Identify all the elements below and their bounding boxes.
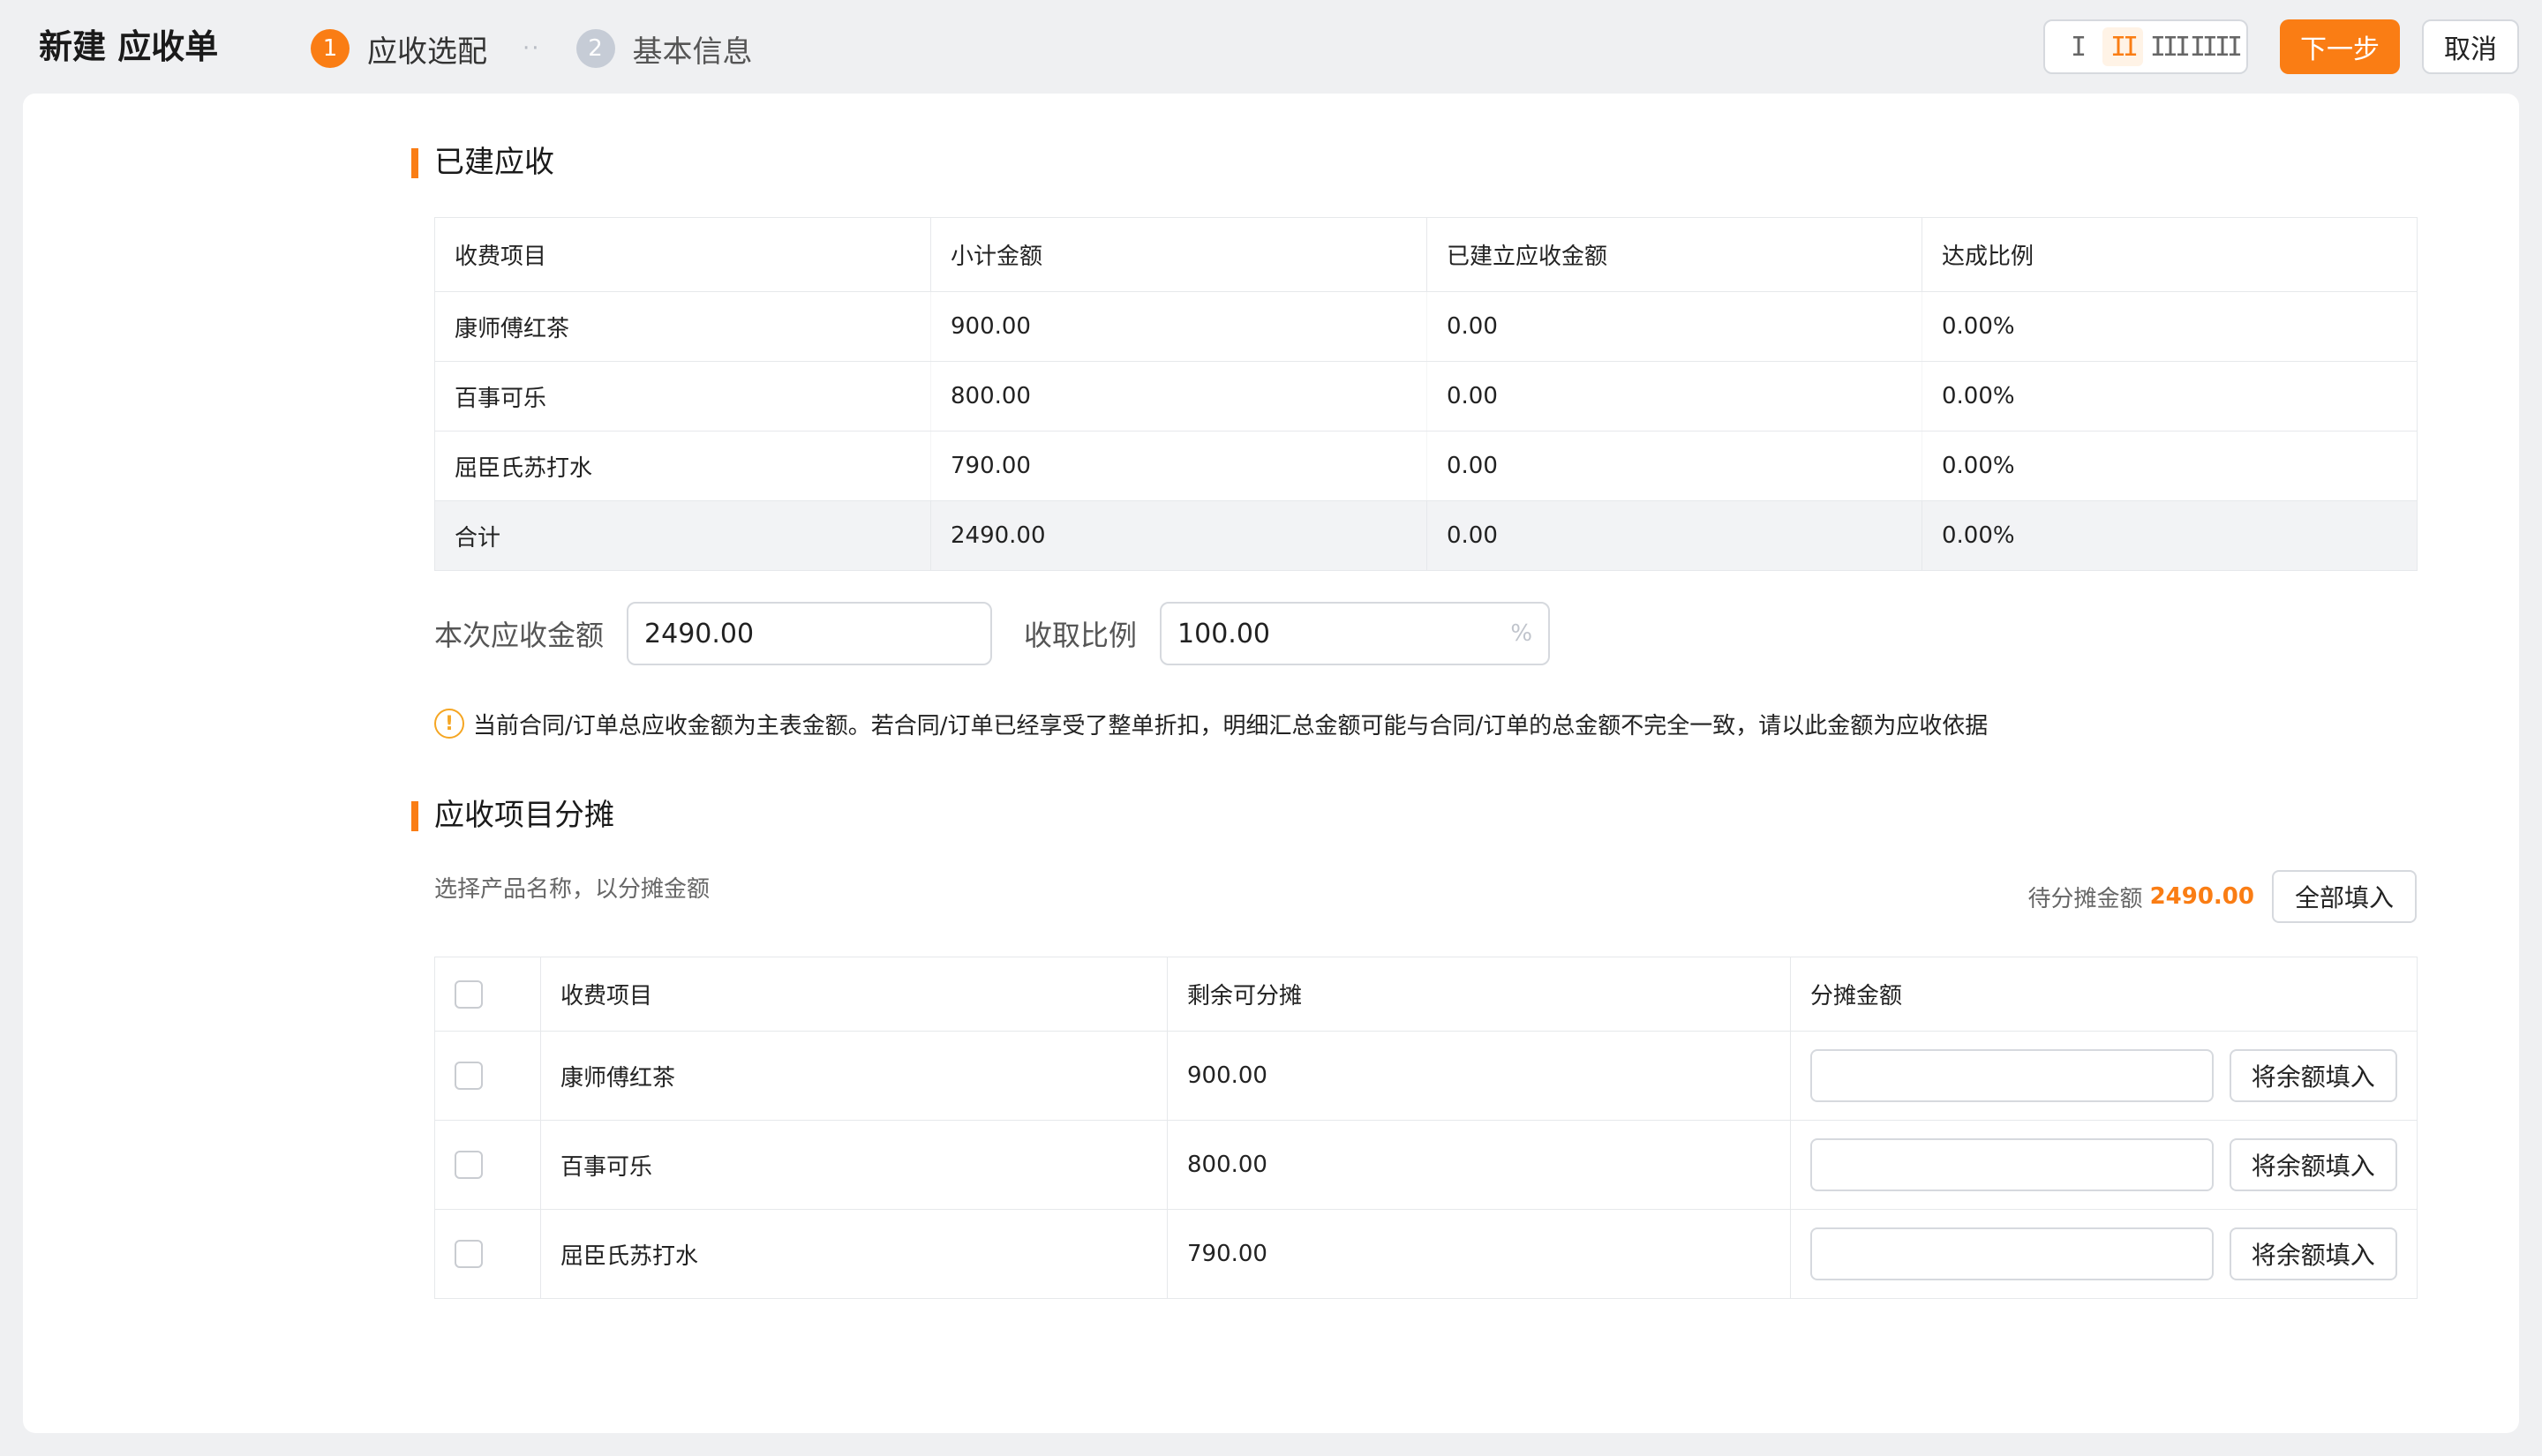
column-header: 剩余可分摊 xyxy=(1167,957,1791,1032)
ratio-input[interactable]: 100.00 % xyxy=(1160,602,1551,665)
density-option-1[interactable]: I xyxy=(2057,27,2097,66)
table-cell: 0.00 xyxy=(1426,291,1922,362)
notice-text: 当前合同/订单总应收金额为主表金额。若合同/订单已经享受了整单折扣，明细汇总金额… xyxy=(473,712,1989,739)
next-step-button[interactable]: 下一步 xyxy=(2280,19,2400,74)
allocation-amount-input[interactable] xyxy=(1810,1227,2214,1280)
table-row: 康师傅红茶 900.00 将余额填入 xyxy=(434,1031,2418,1121)
fill-remaining-button[interactable]: 将余额填入 xyxy=(2229,1049,2397,1102)
column-header: 达成比例 xyxy=(1922,217,2418,292)
fill-remaining-button[interactable]: 将余额填入 xyxy=(2229,1138,2397,1191)
fill-remaining-button[interactable]: 将余额填入 xyxy=(2229,1227,2397,1280)
allocation-amount-input[interactable] xyxy=(1810,1049,2214,1102)
select-all-checkbox[interactable] xyxy=(455,979,483,1009)
table-cell: 康师傅红茶 xyxy=(540,1031,1168,1121)
table-cell: 屈臣氏苏打水 xyxy=(540,1209,1168,1299)
density-option-2[interactable]: II xyxy=(2102,27,2143,66)
column-header: 小计金额 xyxy=(930,217,1427,292)
table-cell: 0.00% xyxy=(1922,361,2418,432)
table-row: 百事可乐 800.00 将余额填入 xyxy=(434,1120,2418,1210)
table-cell: 0.00 xyxy=(1426,361,1922,432)
table-row: 屈臣氏苏打水 790.00 将余额填入 xyxy=(434,1209,2418,1299)
table-cell: 百事可乐 xyxy=(434,361,931,432)
step-separator: ·· xyxy=(523,35,541,62)
step-2-number: 2 xyxy=(575,29,615,68)
table-header-row: 收费项目 剩余可分摊 分摊金额 xyxy=(434,957,2418,1032)
allocation-table: 收费项目 剩余可分摊 分摊金额 康师傅红茶 900.00 将余额填入 百事可乐 … xyxy=(434,957,2418,1299)
checkbox-cell xyxy=(434,1031,541,1121)
table-header-row: 收费项目 小计金额 已建立应收金额 达成比例 xyxy=(434,217,2418,292)
allocation-cell: 将余额填入 xyxy=(1790,1031,2418,1121)
total-cell: 合计 xyxy=(434,500,931,571)
notice: ! 当前合同/订单总应收金额为主表金额。若合同/订单已经享受了整单折扣，明细汇总… xyxy=(434,708,1988,739)
ratio-input-value: 100.00 xyxy=(1177,618,1271,649)
total-row: 合计 2490.00 0.00 0.00% xyxy=(434,500,2418,571)
allocation-cell: 将余额填入 xyxy=(1790,1209,2418,1299)
allocation-section-title: 应收项目分摊 xyxy=(411,796,614,835)
table-cell: 800.00 xyxy=(930,361,1427,432)
step-1[interactable]: 1 应收选配 xyxy=(311,27,487,71)
amount-label: 本次应收金额 xyxy=(434,619,605,652)
table-row: 屈臣氏苏打水 790.00 0.00 0.00% xyxy=(434,431,2418,501)
column-header: 收费项目 xyxy=(434,217,931,292)
step-2-label: 基本信息 xyxy=(632,34,753,70)
table-cell: 900.00 xyxy=(930,291,1427,362)
table-cell: 0.00% xyxy=(1922,431,2418,501)
pending-value: 2490.00 xyxy=(2149,883,2254,910)
main-card: 已建应收 收费项目 小计金额 已建立应收金额 达成比例 康师傅红茶 900.00… xyxy=(23,94,2519,1433)
table-cell: 屈臣氏苏打水 xyxy=(434,431,931,501)
fill-all-button[interactable]: 全部填入 xyxy=(2271,870,2417,923)
allocation-hint: 选择产品名称，以分摊金额 xyxy=(434,876,711,903)
stepper: 1 应收选配 ·· 2 基本信息 xyxy=(311,27,753,71)
step-2[interactable]: 2 基本信息 xyxy=(575,27,753,71)
page-title: 新建 应收单 xyxy=(39,27,219,66)
total-cell: 0.00 xyxy=(1426,500,1922,571)
checkbox-cell xyxy=(434,1120,541,1210)
amount-input-value: 2490.00 xyxy=(644,618,755,649)
percent-suffix: % xyxy=(1510,620,1533,647)
created-table: 收费项目 小计金额 已建立应收金额 达成比例 康师傅红茶 900.00 0.00… xyxy=(434,217,2418,571)
table-cell: 0.00% xyxy=(1922,291,2418,362)
amount-form-row: 本次应收金额 2490.00 收取比例 100.00 % xyxy=(434,602,1551,665)
column-header: 收费项目 xyxy=(540,957,1168,1032)
table-cell: 790.00 xyxy=(1167,1209,1791,1299)
density-option-4[interactable]: IIII xyxy=(2190,27,2243,66)
cancel-button[interactable]: 取消 xyxy=(2422,19,2519,74)
allocation-amount-input[interactable] xyxy=(1810,1138,2214,1191)
table-cell: 790.00 xyxy=(930,431,1427,501)
table-row: 百事可乐 800.00 0.00 0.00% xyxy=(434,361,2418,432)
row-checkbox[interactable] xyxy=(455,1240,483,1268)
table-cell: 900.00 xyxy=(1167,1031,1791,1121)
column-header: 已建立应收金额 xyxy=(1426,217,1922,292)
row-checkbox[interactable] xyxy=(455,1062,483,1090)
density-switcher: I II III IIII xyxy=(2043,19,2248,74)
table-cell: 康师傅红茶 xyxy=(434,291,931,362)
column-header: 分摊金额 xyxy=(1790,957,2418,1032)
table-row: 康师傅红茶 900.00 0.00 0.00% xyxy=(434,291,2418,362)
warning-circle-icon: ! xyxy=(434,709,464,739)
ratio-label: 收取比例 xyxy=(1024,619,1138,652)
pending-label: 待分摊金额 xyxy=(2027,885,2143,912)
checkbox-cell xyxy=(434,1209,541,1299)
total-cell: 2490.00 xyxy=(930,500,1427,571)
table-cell: 800.00 xyxy=(1167,1120,1791,1210)
created-section-title: 已建应收 xyxy=(411,143,554,182)
row-checkbox[interactable] xyxy=(455,1151,483,1179)
density-option-3[interactable]: III xyxy=(2148,27,2191,66)
pending-amount: 待分摊金额 2490.00 全部填入 xyxy=(2028,870,2417,923)
table-cell: 百事可乐 xyxy=(540,1120,1168,1210)
select-all-cell xyxy=(434,957,541,1032)
step-1-label: 应收选配 xyxy=(367,34,487,70)
total-cell: 0.00% xyxy=(1922,500,2418,571)
amount-input[interactable]: 2490.00 xyxy=(627,602,993,665)
allocation-cell: 将余额填入 xyxy=(1790,1120,2418,1210)
table-cell: 0.00 xyxy=(1426,431,1922,501)
step-1-number: 1 xyxy=(311,29,350,68)
